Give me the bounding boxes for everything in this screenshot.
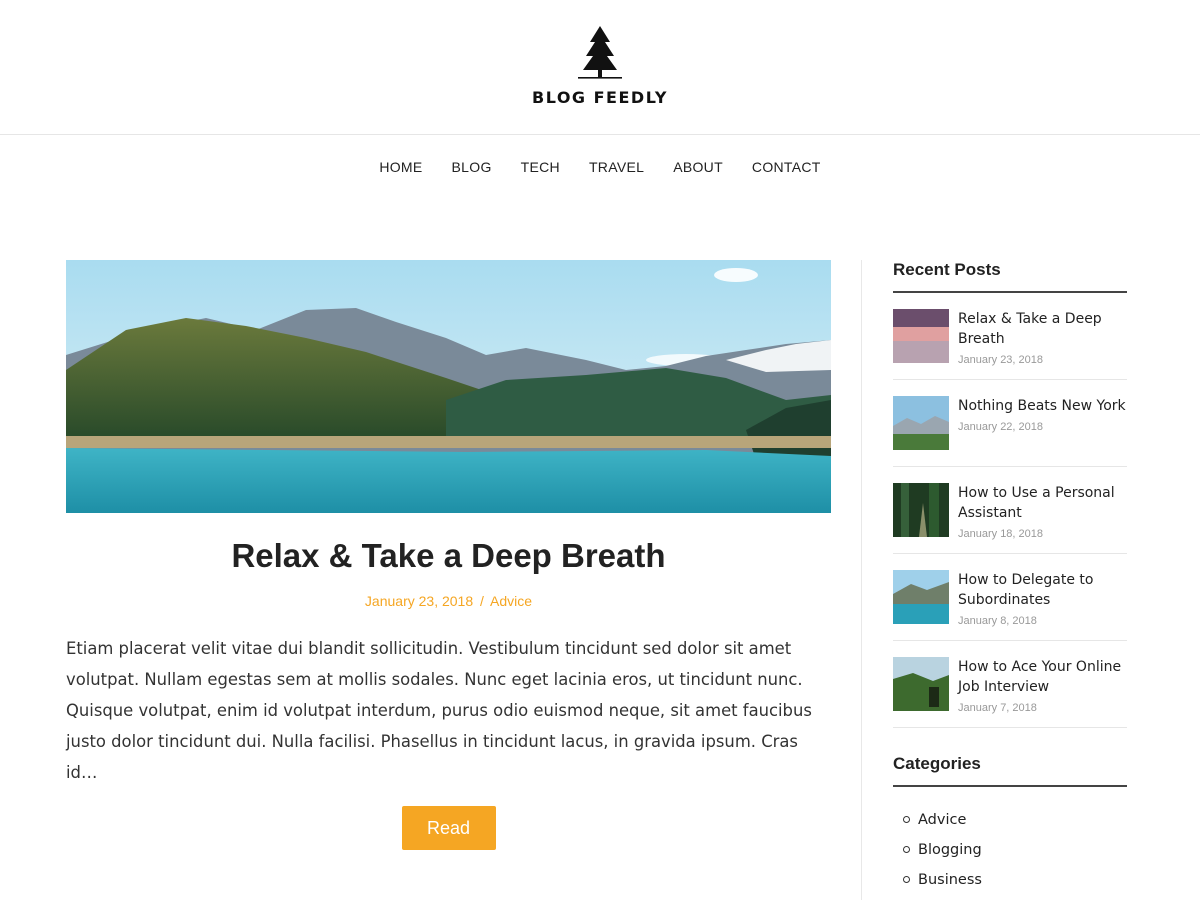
recent-post-item[interactable]: Relax & Take a Deep Breath January 23, 2… xyxy=(893,293,1127,380)
recent-posts-widget: Recent Posts Relax & Take a Deep Breath … xyxy=(893,260,1127,728)
category-item-advice[interactable]: Advice xyxy=(893,805,1127,835)
recent-post-thumbnail[interactable] xyxy=(893,570,949,624)
main-navigation: HOME BLOG TECH TRAVEL ABOUT CONTACT xyxy=(0,136,1200,198)
recent-post-date: January 23, 2018 xyxy=(958,354,1044,366)
recent-post-date: January 22, 2018 xyxy=(958,421,1044,433)
sidebar: Recent Posts Relax & Take a Deep Breath … xyxy=(893,260,1127,895)
categories-widget: Categories Advice Blogging Business xyxy=(893,754,1127,895)
read-button[interactable]: Read xyxy=(401,806,496,850)
nav-item-travel[interactable]: TRAVEL xyxy=(574,159,658,175)
sidebar-divider xyxy=(861,260,862,900)
recent-post-thumbnail[interactable] xyxy=(893,309,949,363)
post-title[interactable]: Relax & Take a Deep Breath xyxy=(66,537,831,575)
recent-post-item[interactable]: How to Use a Personal Assistant January … xyxy=(893,467,1127,554)
recent-post-thumbnail[interactable] xyxy=(893,396,949,450)
main-content: Relax & Take a Deep Breath January 23, 2… xyxy=(66,260,831,850)
meta-separator: / xyxy=(480,593,484,609)
recent-posts-title: Recent Posts xyxy=(893,260,1127,293)
post-excerpt: Etiam placerat velit vitae dui blandit s… xyxy=(66,639,812,782)
recent-post-item[interactable]: Nothing Beats New York January 22, 2018 xyxy=(893,380,1127,467)
recent-post-title[interactable]: How to Delegate to Subordinates xyxy=(958,570,1127,610)
recent-post-item[interactable]: How to Delegate to Subordinates January … xyxy=(893,554,1127,641)
site-header: BLOG FEEDLY xyxy=(0,0,1200,135)
category-item-business[interactable]: Business xyxy=(893,865,1127,895)
category-item-blogging[interactable]: Blogging xyxy=(893,835,1127,865)
recent-post-title[interactable]: How to Ace Your Online Job Interview xyxy=(958,657,1127,697)
categories-list: Advice Blogging Business xyxy=(893,805,1127,895)
nav-item-contact[interactable]: CONTACT xyxy=(737,159,835,175)
post-category[interactable]: Advice xyxy=(490,593,532,609)
recent-post-title[interactable]: Nothing Beats New York xyxy=(958,396,1126,416)
nav-item-about[interactable]: ABOUT xyxy=(659,159,738,175)
post-date[interactable]: January 23, 2018 xyxy=(365,593,473,609)
post-meta: January 23, 2018 / Advice xyxy=(66,593,831,609)
recent-post-thumbnail[interactable] xyxy=(893,483,949,537)
pine-tree-icon xyxy=(578,26,622,79)
featured-image[interactable] xyxy=(66,260,831,513)
recent-post-date: January 8, 2018 xyxy=(958,615,1037,627)
categories-title: Categories xyxy=(893,754,1127,787)
recent-post-date: January 7, 2018 xyxy=(958,702,1037,714)
site-logo[interactable]: BLOG FEEDLY xyxy=(500,24,700,107)
recent-post-date: January 18, 2018 xyxy=(958,528,1044,540)
nav-item-blog[interactable]: BLOG xyxy=(437,159,506,175)
recent-post-item[interactable]: How to Ace Your Online Job Interview Jan… xyxy=(893,641,1127,728)
post-article: Relax & Take a Deep Breath January 23, 2… xyxy=(66,260,831,850)
recent-post-title[interactable]: How to Use a Personal Assistant xyxy=(958,483,1127,523)
recent-posts-list: Relax & Take a Deep Breath January 23, 2… xyxy=(893,293,1127,728)
nav-item-tech[interactable]: TECH xyxy=(506,159,574,175)
site-title: BLOG FEEDLY xyxy=(532,88,668,107)
recent-post-title[interactable]: Relax & Take a Deep Breath xyxy=(958,309,1127,349)
recent-post-thumbnail[interactable] xyxy=(893,657,949,711)
nav-item-home[interactable]: HOME xyxy=(365,159,437,175)
